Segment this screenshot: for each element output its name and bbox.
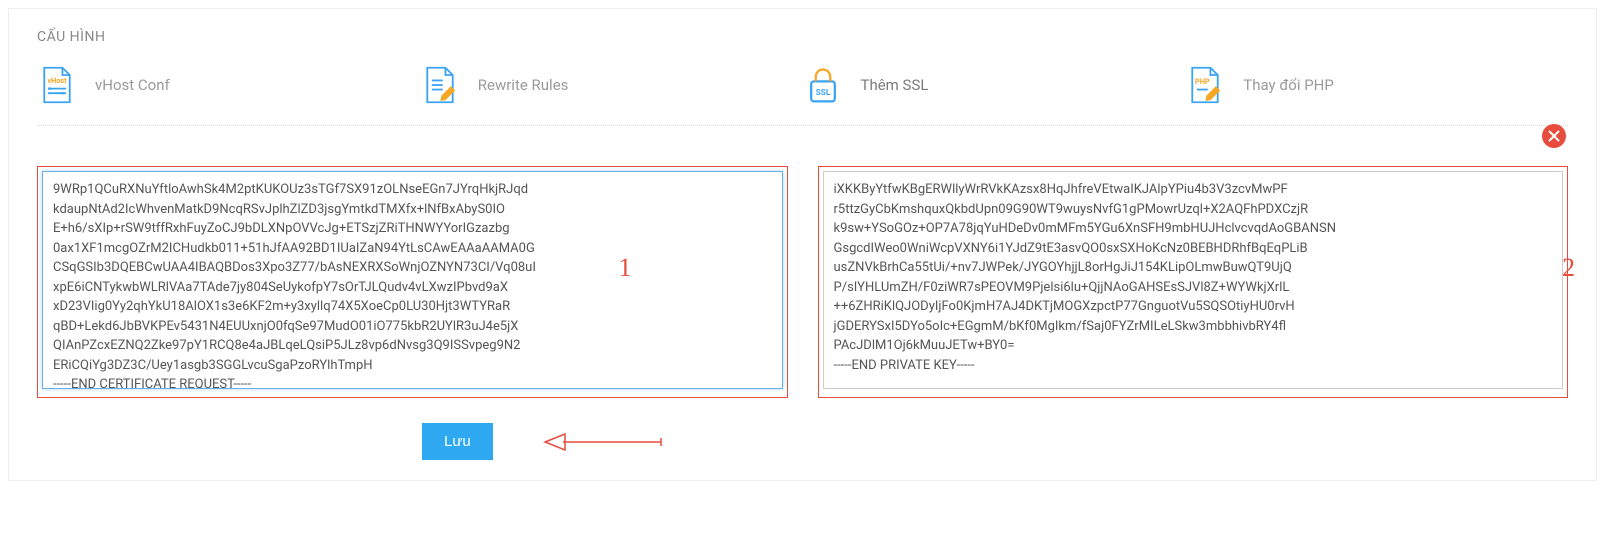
php-file-icon: PHP <box>1185 65 1225 105</box>
rewrite-file-icon <box>420 65 460 105</box>
tab-change-php[interactable]: PHP Thay đổi PHP <box>1185 65 1568 105</box>
ssl-lock-icon: SSL <box>803 65 843 105</box>
ssl-content-area: 1 2 <box>9 126 1596 408</box>
tab-rewrite-rules[interactable]: Rewrite Rules <box>420 65 803 105</box>
svg-text:PHP: PHP <box>1195 77 1210 86</box>
annotation-2: 2 <box>1562 253 1575 283</box>
annotation-1: 1 <box>619 253 632 283</box>
save-button[interactable]: Lưu <box>422 423 493 460</box>
tab-label: vHost Conf <box>95 76 170 94</box>
close-icon <box>1548 127 1560 146</box>
footer-row: Lưu <box>9 408 1596 460</box>
config-card: CẤU HÌNH vHost vHost Conf <box>8 8 1597 481</box>
vhost-file-icon: vHost <box>37 65 77 105</box>
tab-label: Rewrite Rules <box>478 76 569 94</box>
tab-vhost-conf[interactable]: vHost vHost Conf <box>37 65 420 105</box>
card-title: CẤU HÌNH <box>9 9 1596 55</box>
certificate-request-textarea[interactable] <box>42 171 783 389</box>
private-key-textarea[interactable] <box>823 171 1564 389</box>
tabs-row: vHost vHost Conf Re <box>9 55 1596 125</box>
certificate-request-box: 1 <box>37 166 788 398</box>
svg-text:vHost: vHost <box>47 76 67 85</box>
arrow-annotation-icon <box>543 430 663 454</box>
svg-text:SSL: SSL <box>815 87 830 97</box>
close-button[interactable] <box>1542 124 1566 148</box>
tab-add-ssl[interactable]: SSL Thêm SSL <box>803 65 1186 105</box>
tab-label: Thay đổi PHP <box>1243 76 1334 94</box>
private-key-box: 2 <box>818 166 1569 398</box>
tab-label: Thêm SSL <box>861 76 929 94</box>
